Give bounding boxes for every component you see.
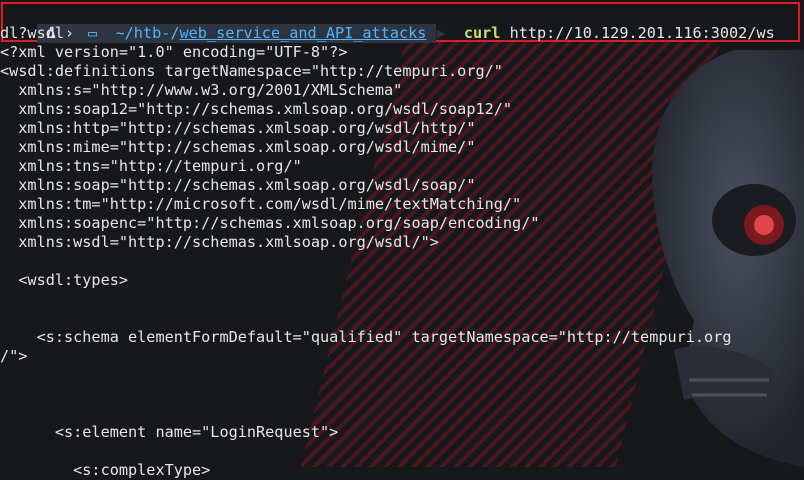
output-line: <wsdl:types>: [0, 271, 129, 289]
chevron-right-icon: ›: [64, 24, 75, 42]
directory-segment: ▭ ~/htb-/web_service_and_API_attacks: [80, 24, 437, 43]
prompt-arrow-icon: ▶: [436, 24, 446, 42]
path-prefix: ~/htb-/: [115, 24, 180, 42]
output-line: xmlns:soap="http://schemas.xmlsoap.org/w…: [0, 176, 476, 194]
output-line: xmlns:soap12="http://schemas.xmlsoap.org…: [0, 100, 513, 118]
path-directory: web_service_and_API_attacks: [179, 24, 427, 42]
output-line: xmlns:s="http://www.w3.org/2001/XMLSchem…: [0, 81, 403, 99]
output-line: <wsdl:definitions targetNamespace="http:…: [0, 62, 503, 80]
prompt-line: Δ › ▭ ~/htb-/web_service_and_API_attacks ▶…: [0, 5, 775, 43]
output-line: xmlns:tns="http://tempuri.org/": [0, 157, 302, 175]
output-line: xmlns:mime="http://schemas.xmlsoap.org/w…: [0, 138, 476, 156]
output-line: <s:complexType>: [0, 461, 211, 479]
terminal-window[interactable]: Δ › ▭ ~/htb-/web_service_and_API_attacks ▶…: [0, 0, 804, 479]
output-line: xmlns:tm="http://microsoft.com/wsdl/mime…: [0, 195, 522, 213]
output-line: /">: [0, 347, 28, 365]
folder-icon: ▭: [88, 24, 98, 42]
command-continuation: dl?wsdl: [0, 24, 64, 43]
command-name: curl: [463, 24, 501, 42]
command-args-line2: dl?wsdl: [0, 24, 65, 42]
output-line: xmlns:wsdl="http://schemas.xmlsoap.org/w…: [0, 233, 439, 251]
output-line: <s:schema elementFormDefault="qualified"…: [0, 328, 732, 346]
output-line: xmlns:http="http://schemas.xmlsoap.org/w…: [0, 119, 476, 137]
command-args-line1: http://10.129.201.116:3002/ws: [509, 24, 775, 42]
output-line: <s:element name="LoginRequest">: [0, 423, 339, 441]
output-line: xmlns:soapenc="http://schemas.xmlsoap.or…: [0, 214, 540, 232]
output-line: <?xml version="1.0" encoding="UTF-8"?>: [0, 43, 348, 61]
